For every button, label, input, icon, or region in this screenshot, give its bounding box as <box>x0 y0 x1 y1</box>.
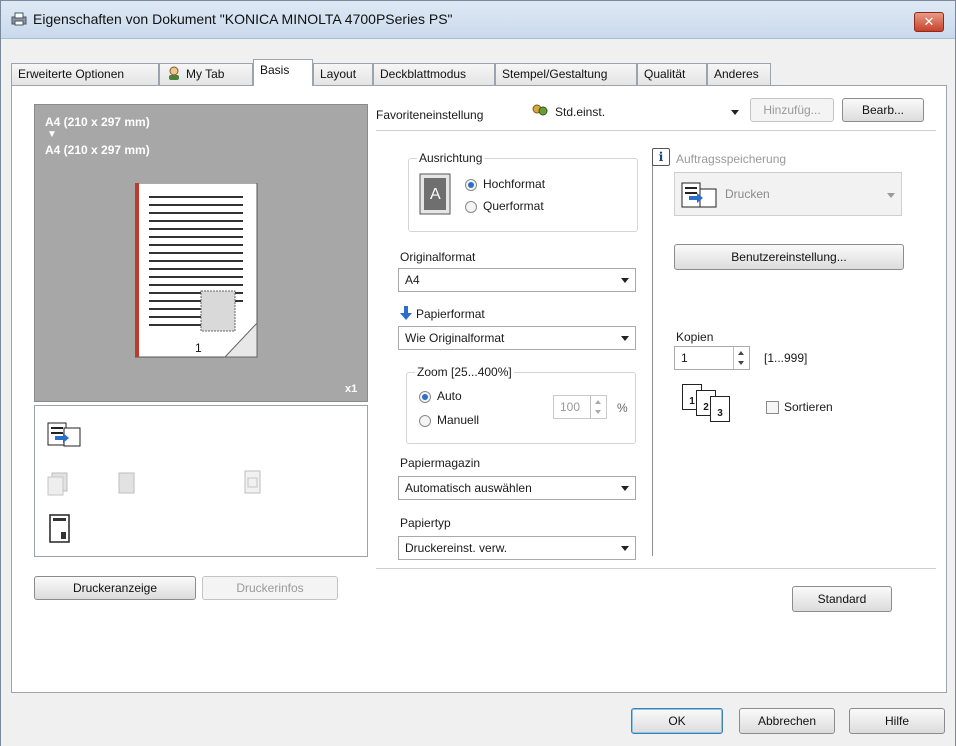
zoom-manual-label: Manuell <box>437 413 480 427</box>
help-button[interactable]: Hilfe <box>849 708 945 734</box>
target-size-text: A4 (210 x 297 mm) <box>45 143 150 157</box>
paper-tray-dropdown[interactable]: Automatisch auswählen <box>398 476 636 500</box>
landscape-radio[interactable] <box>465 201 477 213</box>
zoom-label: Zoom [25...400%] <box>415 365 514 379</box>
portrait-label: Hochformat <box>483 177 546 191</box>
paper-format-dropdown[interactable]: Wie Originalformat <box>398 326 636 350</box>
printer-icon <box>11 12 27 26</box>
divider <box>376 568 936 569</box>
print-job-icon <box>681 182 717 208</box>
ok-button[interactable]: OK <box>631 708 723 734</box>
chevron-down-icon <box>887 193 895 198</box>
add-favorite-button[interactable]: Hinzufüg... <box>750 98 834 122</box>
spin-updown-icon <box>595 400 601 414</box>
chevron-down-icon <box>621 486 629 491</box>
zoom-group: Zoom [25...400%] Auto Manuell 100 % <box>406 365 636 444</box>
document-icon <box>118 472 135 494</box>
printer-info-button[interactable]: Druckerinfos <box>202 576 338 600</box>
chevron-down-icon <box>621 336 629 341</box>
paper-tray-label: Papiermagazin <box>400 456 481 470</box>
tab-stempel-gestaltung[interactable]: Stempel/Gestaltung <box>495 63 637 85</box>
tab-erweiterte-optionen[interactable]: Erweiterte Optionen <box>11 63 159 85</box>
zoom-auto-radio[interactable] <box>419 391 431 403</box>
chevron-down-icon <box>621 278 629 283</box>
properties-dialog: Eigenschaften von Dokument "KONICA MINOL… <box>0 0 956 746</box>
window-title: Eigenschaften von Dokument "KONICA MINOL… <box>33 11 453 27</box>
close-button[interactable]: ✕ <box>914 12 944 32</box>
tab-panel-basis: A4 (210 x 297 mm) ▼ A4 (210 x 297 mm) 1 … <box>11 85 947 693</box>
printer-output-icon <box>47 422 81 447</box>
portrait-radio[interactable] <box>465 179 477 191</box>
document-page-icon <box>135 183 258 358</box>
paper-type-dropdown[interactable]: Druckereinst. verw. <box>398 536 636 560</box>
copies-badge: x1 <box>345 383 358 395</box>
zoom-spin-buttons[interactable] <box>590 396 606 418</box>
copies-spin-buttons[interactable] <box>733 347 749 369</box>
copy-icon <box>47 472 68 496</box>
sort-copies-icon: 1 2 3 <box>682 384 742 424</box>
printer-display-button[interactable]: Druckeranzeige <box>34 576 196 600</box>
edit-favorite-button[interactable]: Bearb... <box>842 98 924 122</box>
title-bar: Eigenschaften von Dokument "KONICA MINOL… <box>1 1 955 39</box>
job-storage-label: Auftragsspeicherung <box>676 152 787 166</box>
orientation-label: Ausrichtung <box>417 151 485 165</box>
zoom-manual-radio[interactable] <box>419 415 431 427</box>
tab-deckblattmodus[interactable]: Deckblattmodus <box>373 63 495 85</box>
close-icon: ✕ <box>923 14 935 29</box>
cancel-button[interactable]: Abbrechen <box>739 708 835 734</box>
user-settings-button[interactable]: Benutzereinstellung... <box>674 244 904 270</box>
zoom-auto-label: Auto <box>437 389 462 403</box>
tab-basis[interactable]: Basis <box>253 59 313 86</box>
sort-checkbox[interactable] <box>766 401 779 414</box>
dialog-button-bar: OK Abbrechen Hilfe <box>1 694 955 746</box>
chevron-down-icon <box>621 546 629 551</box>
user-icon <box>169 66 179 80</box>
page-preview: A4 (210 x 297 mm) ▼ A4 (210 x 297 mm) 1 … <box>34 104 368 402</box>
status-icon-area <box>34 405 368 557</box>
chevron-down-icon <box>731 110 739 115</box>
zoom-value-stepper[interactable]: 100 <box>553 395 607 419</box>
spin-updown-icon <box>738 351 744 365</box>
info-icon[interactable]: i <box>652 148 670 166</box>
arrow-down-icon: ▼ <box>47 129 57 140</box>
sort-label: Sortieren <box>784 400 833 414</box>
orientation-group: Ausrichtung A Hochformat Querformat <box>408 151 638 232</box>
original-format-dropdown[interactable]: A4 <box>398 268 636 292</box>
copies-stepper[interactable]: 1 <box>674 346 750 370</box>
tab-layout[interactable]: Layout <box>313 63 373 85</box>
tab-qualitaet[interactable]: Qualität <box>637 63 707 85</box>
favorites-icon <box>532 104 548 116</box>
source-size-text: A4 (210 x 297 mm) <box>45 115 150 129</box>
favorites-dropdown[interactable]: Std.einst. <box>524 100 746 124</box>
tab-my-tab[interactable]: My Tab <box>159 63 253 85</box>
zoom-unit: % <box>617 401 628 415</box>
paper-type-label: Papiertyp <box>400 516 451 530</box>
paper-format-label: Papierformat <box>416 307 485 321</box>
arrow-down-blue-icon <box>400 306 412 320</box>
booklet-icon <box>244 470 261 494</box>
job-storage-dropdown[interactable]: Drucken <box>674 172 902 216</box>
stapled-document-icon <box>49 514 70 543</box>
tab-anderes[interactable]: Anderes <box>707 63 771 85</box>
landscape-label: Querformat <box>483 199 544 213</box>
orientation-icon-letter: A <box>430 186 441 203</box>
copies-range: [1...999] <box>764 351 808 365</box>
column-divider <box>652 164 653 556</box>
copies-label: Kopien <box>676 330 714 344</box>
original-format-label: Originalformat <box>400 250 476 264</box>
standard-button[interactable]: Standard <box>792 586 892 612</box>
favorites-label: Favoriteneinstellung <box>376 108 484 122</box>
divider <box>376 130 936 131</box>
page-number: 1 <box>195 341 202 355</box>
